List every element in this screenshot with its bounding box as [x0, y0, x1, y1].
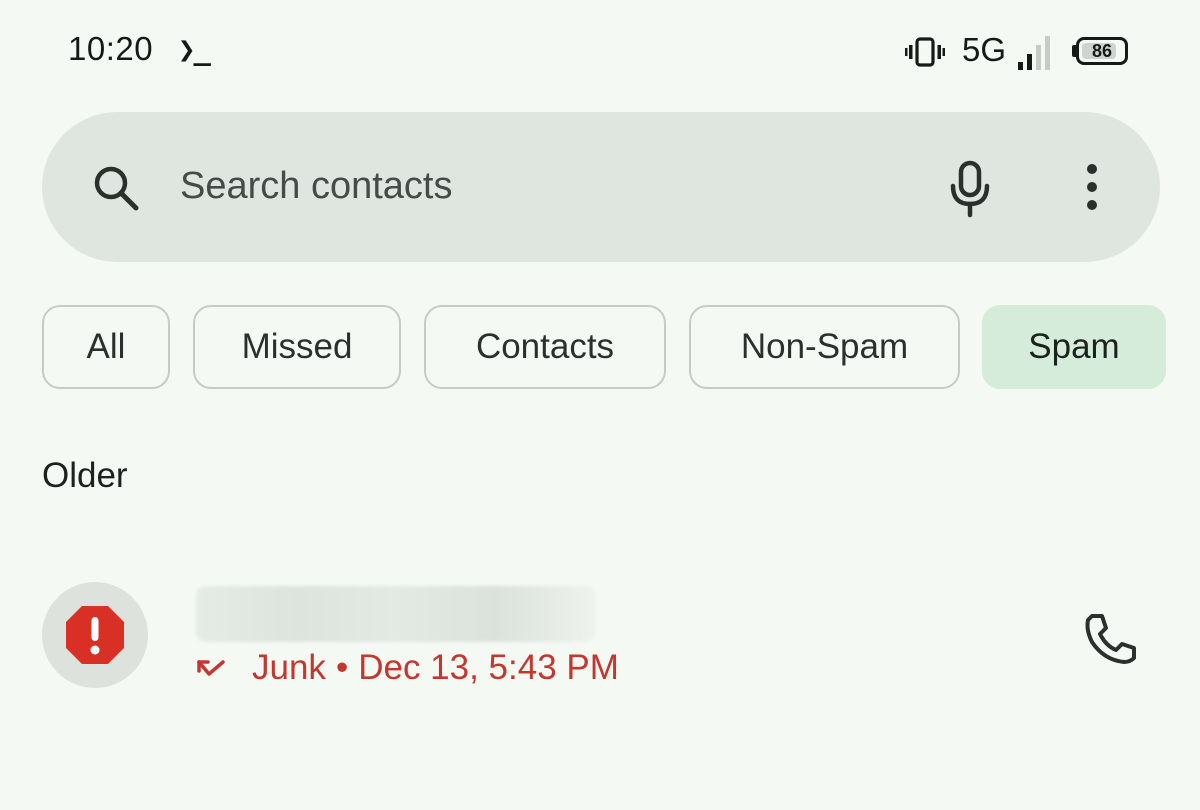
- spam-warning-icon: [66, 606, 124, 664]
- filter-chip-missed[interactable]: Missed: [193, 305, 401, 389]
- call-type-label: Junk: [252, 648, 326, 687]
- search-icon: [94, 166, 139, 211]
- more-options-icon[interactable]: [1082, 162, 1102, 212]
- avatar[interactable]: [42, 582, 148, 688]
- network-type: 5G: [962, 31, 1007, 68]
- phone-screen: 10:20 ❯_ 5G 86 Search contacts All Misse…: [0, 0, 1200, 810]
- battery-icon: 86: [1072, 37, 1128, 65]
- filter-chip-contacts[interactable]: Contacts: [424, 305, 666, 389]
- status-time: 10:20: [68, 30, 154, 67]
- caller-name-redacted: [196, 586, 596, 642]
- terminal-icon: ❯_: [178, 32, 211, 66]
- filter-chip-spam[interactable]: Spam: [982, 305, 1166, 389]
- vibrate-icon: [905, 37, 945, 67]
- call-timestamp: Dec 13, 5:43 PM: [358, 648, 619, 687]
- call-details: Junk • Dec 13, 5:43 PM: [196, 648, 619, 688]
- call-log-row[interactable]: Junk • Dec 13, 5:43 PM: [0, 560, 1200, 710]
- filter-chip-non-spam[interactable]: Non-Spam: [689, 305, 960, 389]
- search-bar[interactable]: [42, 112, 1160, 262]
- status-indicators: 5G 86: [905, 30, 1135, 74]
- battery-level: 86: [1091, 41, 1113, 61]
- missed-call-icon: [197, 660, 225, 676]
- search-input[interactable]: [180, 158, 880, 214]
- phone-call-icon[interactable]: [1080, 608, 1140, 668]
- separator-dot: •: [335, 648, 349, 687]
- microphone-icon[interactable]: [947, 160, 993, 218]
- section-header-older: Older: [42, 456, 128, 495]
- signal-icon: [1018, 36, 1050, 70]
- filter-chip-all[interactable]: All: [42, 305, 170, 389]
